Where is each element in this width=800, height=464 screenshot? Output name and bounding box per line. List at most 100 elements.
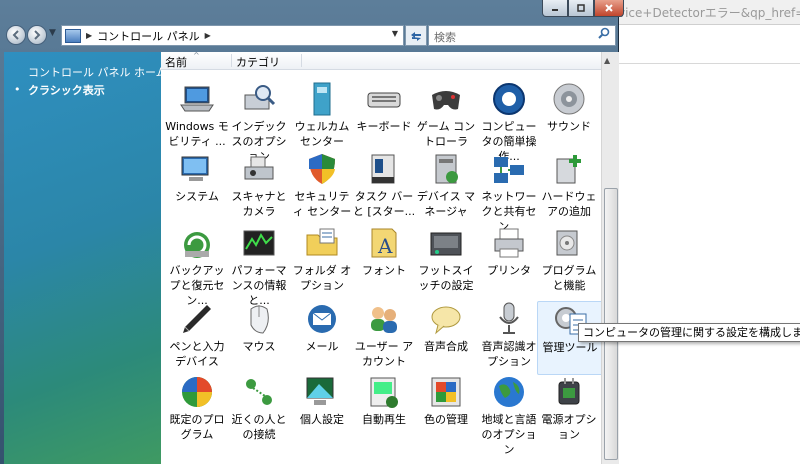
address-dropdown-icon[interactable]: ▼: [392, 29, 398, 38]
item-label: タスク バーと [スター...: [352, 190, 416, 218]
item-label: プログラムと機能: [541, 264, 597, 292]
control-panel-item[interactable]: プログラムと機能: [537, 225, 601, 297]
control-panel-item[interactable]: キーボード: [352, 81, 416, 153]
control-panel-item[interactable]: タスク バーと [スター...: [352, 151, 416, 223]
control-panel-item[interactable]: コンピュータの簡単操作...: [477, 81, 541, 163]
breadcrumb-arrow-icon[interactable]: ▶: [86, 31, 92, 40]
control-panel-home-link[interactable]: コントロール パネル ホーム: [28, 64, 167, 80]
control-panel-item[interactable]: プリンタ: [477, 225, 541, 297]
control-panel-item[interactable]: ウェルカム センター: [290, 81, 354, 153]
control-panel-item[interactable]: ネットワークと共有セン...: [477, 151, 541, 233]
control-panel-item[interactable]: バックアップと復元セン...: [165, 225, 229, 307]
window-controls: [542, 0, 624, 17]
control-panel-item[interactable]: セキュリティ センター: [290, 151, 354, 223]
item-label: メール: [305, 340, 339, 353]
item-label: ゲーム コントローラ: [416, 120, 476, 148]
item-label: 既定のプログラム: [169, 413, 225, 441]
control-panel-item[interactable]: ゲーム コントローラ: [414, 81, 478, 153]
item-label: 色の管理: [424, 413, 468, 426]
control-panel-item[interactable]: 電源オプション: [537, 374, 601, 446]
breadcrumb-arrow-icon[interactable]: ▶: [205, 31, 211, 40]
sort-ascending-icon: ^: [193, 52, 200, 60]
task-pane: コントロール パネル ホーム • クラシック表示: [4, 52, 167, 464]
search-icon[interactable]: [597, 27, 611, 41]
column-name[interactable]: 名前: [165, 54, 187, 70]
control-panel-item[interactable]: スキャナとカメラ: [227, 151, 291, 223]
refresh-button[interactable]: [405, 25, 427, 46]
background-browser-window: vice+Detectorエラー&qp_href=i: [600, 0, 800, 464]
mouse-icon: [250, 305, 269, 334]
control-panel-item[interactable]: ペンと入力デバイス: [165, 301, 229, 373]
control-panel-icon: [65, 28, 81, 43]
control-panel-item[interactable]: マウス: [227, 301, 291, 373]
control-panel-item[interactable]: ハードウェアの追加: [537, 151, 601, 223]
control-panel-item[interactable]: メール: [290, 301, 354, 373]
vertical-scrollbar[interactable]: ▲: [601, 52, 619, 464]
divider: [600, 24, 800, 25]
control-panel-item[interactable]: フォルダ オプション: [290, 225, 354, 297]
forward-button[interactable]: [27, 25, 47, 45]
control-panel-item[interactable]: 音声合成: [414, 301, 478, 373]
divider: [600, 63, 800, 64]
item-label: サウンド: [547, 120, 591, 133]
control-panel-item[interactable]: インデックスのオプション: [227, 81, 291, 163]
item-label: 地域と言語のオプション: [481, 413, 537, 456]
scanner-icon: [244, 156, 274, 180]
item-label: キーボード: [356, 120, 412, 133]
item-label: スキャナとカメラ: [231, 190, 287, 218]
column-divider[interactable]: [301, 54, 302, 67]
default-programs-icon: [182, 377, 212, 407]
control-panel-item[interactable]: 地域と言語のオプション: [477, 374, 541, 456]
control-panel-item[interactable]: 色の管理: [414, 374, 478, 446]
maximize-button[interactable]: [568, 0, 594, 17]
control-panel-item[interactable]: ユーザー アカウント: [352, 301, 416, 373]
breadcrumb[interactable]: コントロール パネル: [97, 28, 200, 44]
back-button[interactable]: [6, 25, 26, 45]
control-panel-item[interactable]: 自動再生: [352, 374, 416, 446]
control-panel-item[interactable]: 個人設定: [290, 374, 354, 446]
svg-text:A: A: [377, 234, 393, 258]
minimize-button[interactable]: [542, 0, 568, 17]
laptop-icon: [180, 86, 214, 112]
item-label: フォルダ オプション: [292, 264, 352, 292]
autoplay-icon: [370, 377, 398, 408]
footswitch-icon: [430, 232, 462, 256]
search-input[interactable]: 検索: [428, 25, 616, 46]
item-label: 管理ツール: [542, 341, 598, 354]
column-header: 名前 ^ カテゴリ: [161, 52, 601, 70]
column-category[interactable]: カテゴリ: [236, 54, 280, 70]
welcome-icon: [313, 82, 331, 116]
control-panel-item[interactable]: サウンド: [537, 81, 601, 153]
column-divider[interactable]: [231, 54, 232, 67]
network-icon: [494, 157, 524, 183]
navigation-bar: ▼ ▶ コントロール パネル ▶ ▼ 検索: [0, 20, 618, 50]
gamepad-icon: [432, 91, 460, 110]
keyboard-icon: [367, 92, 401, 108]
close-button[interactable]: [594, 0, 624, 17]
maximize-icon: [577, 4, 585, 12]
item-label: セキュリティ センター: [292, 190, 352, 218]
control-panel-item[interactable]: A フォント: [352, 225, 416, 297]
close-icon: [605, 4, 613, 12]
control-panel-item[interactable]: 音声認識オプション: [477, 301, 541, 373]
control-panel-item[interactable]: デバイス マネージャ: [414, 151, 478, 223]
scroll-up-arrow-icon[interactable]: ▲: [604, 56, 610, 65]
browser-url-fragment[interactable]: vice+Detectorエラー&qp_href=i: [618, 4, 800, 20]
control-panel-item[interactable]: システム: [165, 151, 229, 223]
font-icon: A: [371, 228, 397, 258]
control-panel-item[interactable]: 近くの人との接続: [227, 374, 291, 446]
recent-pages-dropdown[interactable]: ▼: [49, 28, 56, 38]
control-panel-item[interactable]: 既定のプログラム: [165, 374, 229, 446]
classic-view-link[interactable]: クラシック表示: [28, 82, 105, 98]
printer-icon: [494, 228, 524, 258]
item-label: システム: [175, 190, 219, 203]
search-placeholder: 検索: [434, 31, 456, 44]
address-bar[interactable]: ▶ コントロール パネル ▶ ▼: [61, 25, 404, 46]
ease-of-access-icon: [493, 83, 525, 115]
device-manager-icon: [435, 154, 458, 184]
control-panel-item[interactable]: Windows モビリティ ...: [165, 81, 229, 153]
programs-icon: [556, 230, 578, 256]
control-panel-item[interactable]: フットスイッチの設定: [414, 225, 478, 297]
item-label: ウェルカム センター: [294, 120, 350, 148]
control-panel-item[interactable]: パフォーマンスの情報と...: [227, 225, 291, 307]
